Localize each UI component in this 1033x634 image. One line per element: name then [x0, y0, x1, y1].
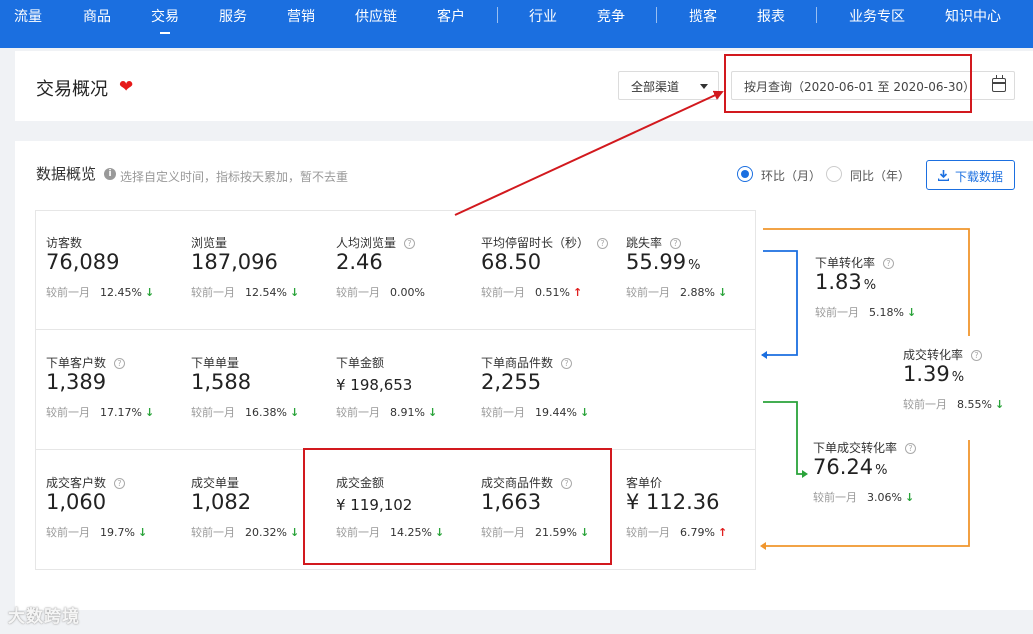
metric-label-text: 下单转化率 — [815, 256, 876, 270]
flow-line-deal — [763, 401, 806, 475]
flow-arrowhead — [760, 542, 766, 550]
metric-label-text: 下单成交转化率 — [813, 441, 898, 455]
compare-label: 较前一月 — [815, 306, 859, 319]
compare-label: 较前一月 — [903, 398, 947, 411]
annotation-arrow — [454, 90, 724, 216]
metric-label: 下单转化率? — [815, 254, 895, 271]
help-icon[interactable]: ? — [905, 443, 917, 454]
metric-value-text: 76.24 — [813, 455, 874, 479]
metric-compare: 较前一月 3.06% ↓ — [813, 489, 914, 505]
metric-value-text: 1.83 — [815, 270, 862, 294]
metric-label-text: 成交转化率 — [903, 348, 964, 362]
metric-unit: % — [951, 370, 965, 385]
compare-percent: 3.06% — [867, 491, 902, 504]
compare-percent: 8.55% — [957, 398, 992, 411]
help-icon[interactable]: ? — [971, 350, 983, 361]
metric-value: 1.39% — [903, 362, 964, 386]
flow-arrowhead — [802, 470, 808, 478]
conversion-cell: 成交转化率? 1.39% 较前一月 8.55% ↓ — [903, 346, 1033, 446]
watermark: 大数跨境 — [8, 607, 80, 627]
flow-arrowhead — [761, 351, 767, 359]
metric-value: 76.24% — [813, 455, 887, 479]
compare-label: 较前一月 — [813, 491, 857, 504]
help-icon[interactable]: ? — [883, 258, 895, 269]
metric-compare: 较前一月 8.55% ↓ — [903, 396, 1004, 412]
flow-line-order — [763, 250, 798, 356]
metric-compare: 较前一月 5.18% ↓ — [815, 304, 916, 320]
metric-label: 下单成交转化率? — [813, 439, 917, 456]
arrow-down-icon: ↓ — [904, 491, 915, 504]
conversion-cell: 下单成交转化率? 76.24% 较前一月 3.06% ↓ — [813, 439, 953, 539]
metric-label: 成交转化率? — [903, 346, 983, 363]
compare-percent: 5.18% — [869, 306, 904, 319]
metric-unit: % — [863, 278, 877, 293]
metric-value: 1.83% — [815, 270, 876, 294]
metric-value-text: 1.39 — [903, 362, 950, 386]
metric-unit: % — [875, 463, 888, 478]
arrow-down-icon: ↓ — [906, 306, 917, 319]
arrow-down-icon: ↓ — [994, 398, 1005, 411]
conversion-cell: 下单转化率? 1.83% 较前一月 5.18% ↓ — [815, 254, 955, 354]
